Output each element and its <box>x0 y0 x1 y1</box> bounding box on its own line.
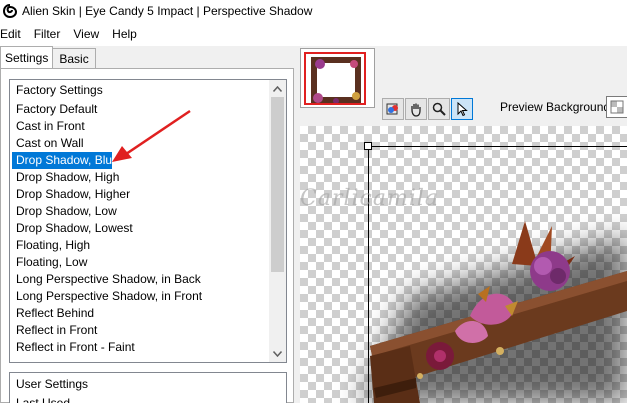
menu-help[interactable]: Help <box>111 27 143 41</box>
menu-view[interactable]: View <box>72 27 105 41</box>
preview-panel: Preview Background: Carlicamila <box>296 46 627 403</box>
list-item[interactable]: Drop Shadow, Higher <box>10 186 270 203</box>
preview-canvas[interactable]: Carlicamila <box>300 126 627 403</box>
list-item[interactable]: Drop Shadow, Low <box>10 203 270 220</box>
preview-background-label: Preview Background: <box>500 100 614 114</box>
list-item[interactable]: Last Used <box>10 395 286 403</box>
list-scrollbar[interactable] <box>269 80 286 362</box>
watermark-text: Carlicamila <box>300 186 440 211</box>
list-item[interactable]: Floating, Low <box>10 254 270 271</box>
title-bar: Alien Skin | Eye Candy 5 Impact | Perspe… <box>0 0 627 22</box>
user-settings-header: User Settings <box>16 377 89 391</box>
list-item[interactable]: Reflect in Front - Faint <box>10 339 270 356</box>
preview-toggle-icon[interactable] <box>382 98 404 120</box>
menu-filter[interactable]: Filter <box>33 27 67 41</box>
app-icon <box>3 4 17 18</box>
list-item[interactable]: Drop Shadow, High <box>10 169 270 186</box>
preview-toolbar <box>382 98 474 120</box>
preview-image <box>360 221 627 403</box>
scroll-thumb[interactable] <box>271 97 284 272</box>
list-item[interactable]: Floating, High <box>10 237 270 254</box>
list-item[interactable]: Long Perspective Shadow, in Front <box>10 288 270 305</box>
factory-settings-header: Factory Settings <box>16 83 103 97</box>
list-item[interactable]: Reflect in Front <box>10 322 270 339</box>
menu-edit[interactable]: Edit <box>0 27 27 41</box>
list-item[interactable]: Long Perspective Shadow, in Back <box>10 271 270 288</box>
annotation-arrow-icon <box>112 109 191 162</box>
preview-background-swatch[interactable] <box>606 96 627 118</box>
scroll-down-icon[interactable] <box>269 345 286 362</box>
zoom-icon[interactable] <box>428 98 450 120</box>
navigator-thumbnail[interactable] <box>300 48 375 108</box>
settings-panel: Settings Basic Factory Settings Factory … <box>0 46 296 403</box>
window-title: Alien Skin | Eye Candy 5 Impact | Perspe… <box>22 4 313 18</box>
tab-settings[interactable]: Settings <box>0 46 54 68</box>
scroll-up-icon[interactable] <box>269 80 286 97</box>
list-item[interactable]: Reflect Behind <box>10 305 270 322</box>
pointer-icon[interactable] <box>451 98 473 120</box>
list-item-selected[interactable]: Drop Shadow, Blurry <box>12 152 126 169</box>
user-settings-list[interactable]: User Settings Last Used <box>9 372 287 403</box>
list-item[interactable]: Drop Shadow, Lowest <box>10 220 270 237</box>
thumbnail-image <box>306 54 364 103</box>
tab-basic[interactable]: Basic <box>52 48 96 68</box>
menu-bar: Edit Filter View Help <box>0 24 149 44</box>
hand-icon[interactable] <box>405 98 427 120</box>
thumbnail-viewport[interactable] <box>304 52 366 105</box>
tab-strip: Settings Basic <box>0 46 96 68</box>
